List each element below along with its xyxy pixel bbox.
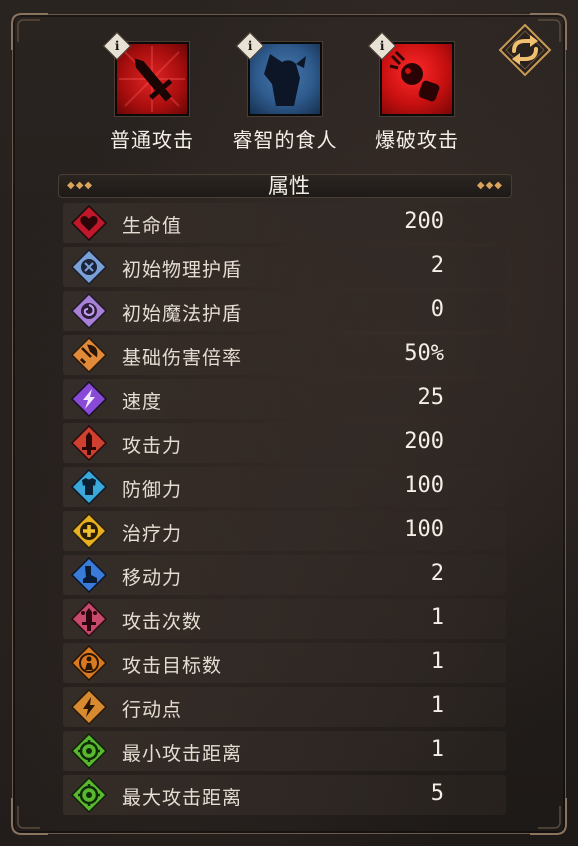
attribute-label: 最大攻击距离 xyxy=(122,787,243,809)
attribute-label: 最小攻击距离 xyxy=(122,743,243,765)
attribute-row: 基础伤害倍率 50% xyxy=(63,335,506,375)
attribute-value: 200 xyxy=(404,209,444,234)
attribute-row: 攻击次数 1 xyxy=(63,599,506,639)
attribute-row: 生命值 200 xyxy=(63,203,506,243)
attribute-label: 治疗力 xyxy=(122,523,183,545)
heal-cross-icon xyxy=(71,513,107,549)
skill-wise-cannibal[interactable]: i 睿智的食人 xyxy=(220,31,350,161)
crosshair-min-icon xyxy=(71,733,107,769)
armor-icon xyxy=(71,469,107,505)
skill-label: 睿智的食人 xyxy=(232,128,338,152)
attribute-label: 速度 xyxy=(122,391,163,413)
axe-icon xyxy=(71,337,107,373)
attribute-label: 初始物理护盾 xyxy=(122,259,243,281)
target-person-icon xyxy=(71,645,107,681)
physical-shield-icon xyxy=(71,249,107,285)
skill-bar: i 普通攻击 i 睿智的食人 i 爆破攻击 xyxy=(0,31,578,161)
skill-blast-attack[interactable]: i 爆破攻击 xyxy=(352,31,482,161)
sword-icon xyxy=(71,425,107,461)
attribute-row: 速度 25 xyxy=(63,379,506,419)
attribute-label: 攻击目标数 xyxy=(122,655,223,677)
attribute-value: 0 xyxy=(430,297,444,322)
attribute-value: 1 xyxy=(430,737,444,762)
attribute-value: 5 xyxy=(430,781,444,806)
bomb-icon xyxy=(380,42,454,116)
dagger-icon xyxy=(115,42,189,116)
crosshair-max-icon xyxy=(71,777,107,813)
attribute-label: 移动力 xyxy=(122,567,183,589)
attribute-row: 移动力 2 xyxy=(63,555,506,595)
corner-ornament xyxy=(10,796,50,836)
attribute-label: 行动点 xyxy=(122,699,183,721)
attribute-row: 初始物理护盾 2 xyxy=(63,247,506,287)
attribute-value: 1 xyxy=(430,693,444,718)
attribute-value: 100 xyxy=(404,473,444,498)
attribute-label: 初始魔法护盾 xyxy=(122,303,243,325)
attribute-label: 基础伤害倍率 xyxy=(122,347,243,369)
attribute-value: 25 xyxy=(417,385,445,410)
attribute-label: 生命值 xyxy=(122,215,183,237)
attribute-row: 防御力 100 xyxy=(63,467,506,507)
skill-label: 普通攻击 xyxy=(110,128,194,152)
attribute-value: 100 xyxy=(404,517,444,542)
magic-shield-icon xyxy=(71,293,107,329)
attribute-value: 2 xyxy=(430,561,444,586)
attribute-list: 生命值 200 初始物理护盾 2 初始魔法护盾 0 基础伤害倍率 50% 速度 … xyxy=(63,203,506,819)
attribute-label: 防御力 xyxy=(122,479,183,501)
attribute-row: 攻击目标数 1 xyxy=(63,643,506,683)
unit-info-panel: i 普通攻击 i 睿智的食人 i 爆破攻击 ◆◆◆ ◆◆◆ 属性 生命值 200… xyxy=(0,0,578,846)
attribute-row: 初始魔法护盾 0 xyxy=(63,291,506,331)
attribute-row: 攻击力 200 xyxy=(63,423,506,463)
attribute-label: 攻击力 xyxy=(122,435,183,457)
multi-strike-icon xyxy=(71,601,107,637)
cloaked-figure-icon xyxy=(248,42,322,116)
attribute-value: 2 xyxy=(430,253,444,278)
skill-normal-attack[interactable]: i 普通攻击 xyxy=(87,31,217,161)
action-bolt-icon xyxy=(71,689,107,725)
skill-label: 爆破攻击 xyxy=(375,128,459,152)
boot-icon xyxy=(71,557,107,593)
attribute-row: 最小攻击距离 1 xyxy=(63,731,506,771)
lightning-icon xyxy=(71,381,107,417)
attribute-value: 1 xyxy=(430,649,444,674)
heart-icon xyxy=(71,205,107,241)
section-title: 属性 xyxy=(268,174,310,198)
attribute-value: 50% xyxy=(404,341,444,366)
attribute-value: 1 xyxy=(430,605,444,630)
attribute-row: 治疗力 100 xyxy=(63,511,506,551)
attribute-value: 200 xyxy=(404,429,444,454)
attribute-row: 行动点 1 xyxy=(63,687,506,727)
attribute-row: 最大攻击距离 5 xyxy=(63,775,506,815)
corner-ornament xyxy=(528,796,568,836)
attribute-label: 攻击次数 xyxy=(122,611,203,633)
